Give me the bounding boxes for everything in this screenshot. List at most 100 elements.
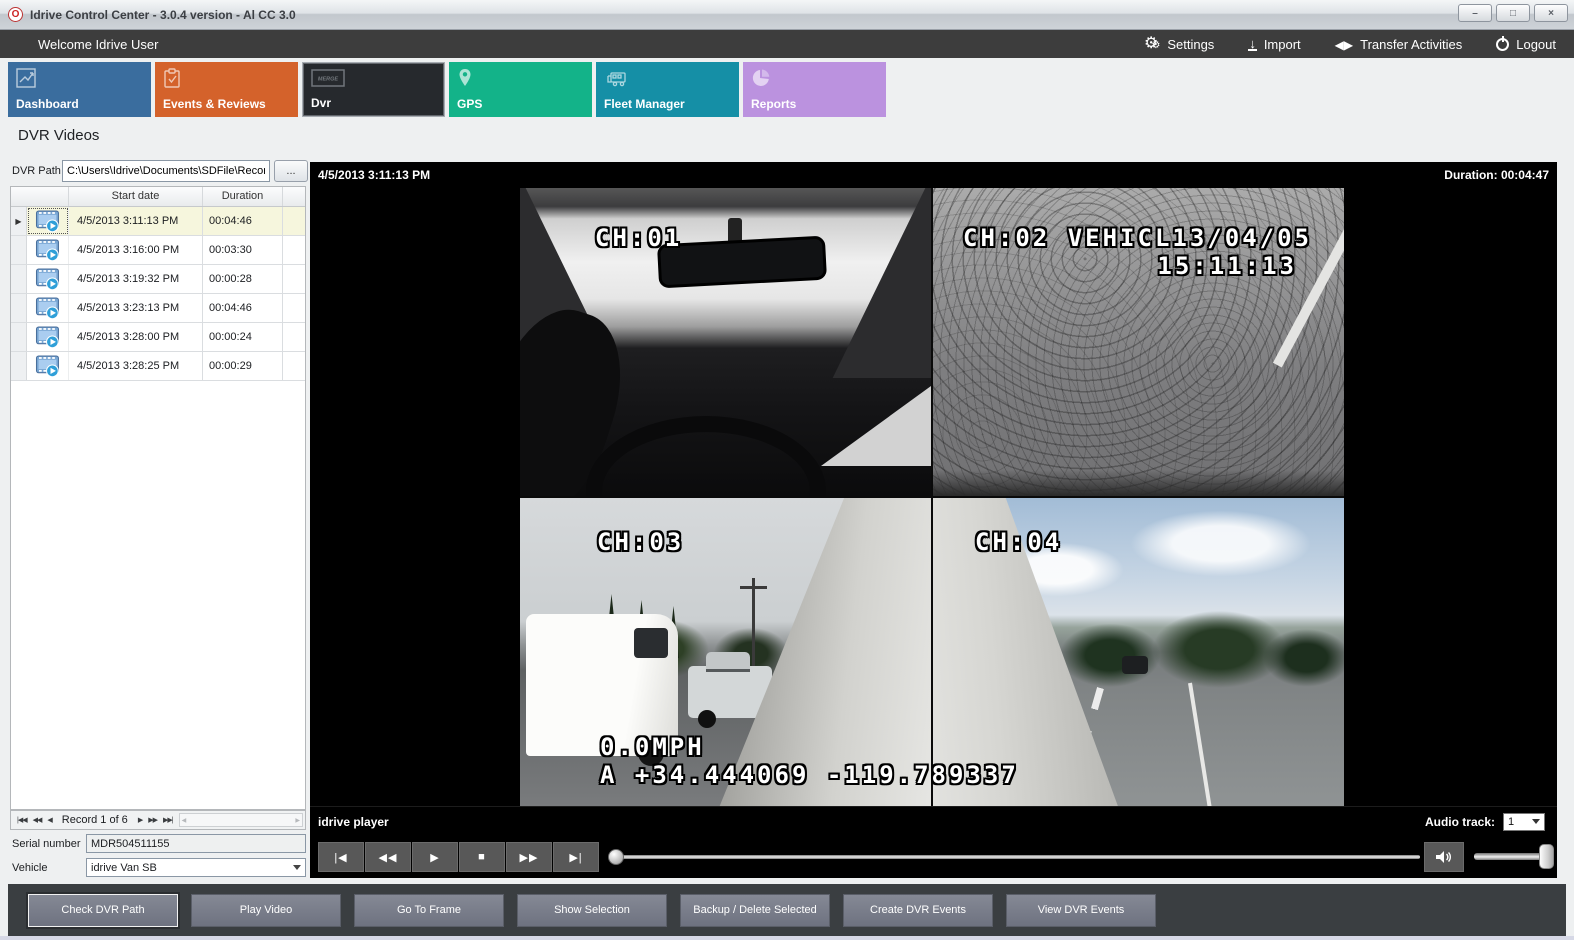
stop-button[interactable]: ■ bbox=[459, 842, 505, 872]
transfer-activities-button[interactable]: ◀▶ Transfer Activities bbox=[1335, 37, 1463, 52]
app-window: O Idrive Control Center - 3.0.4 version … bbox=[0, 0, 1574, 940]
next-record-button[interactable]: ▶ bbox=[138, 816, 142, 824]
backup-delete-button[interactable]: Backup / Delete Selected bbox=[680, 894, 830, 927]
map-pin-icon bbox=[457, 68, 473, 88]
volume-slider[interactable] bbox=[1474, 853, 1552, 860]
maximize-button[interactable]: □ bbox=[1496, 4, 1530, 22]
scroll-left-icon[interactable]: ◀ bbox=[182, 817, 187, 824]
go-to-end-button[interactable]: ▶| bbox=[553, 842, 599, 872]
close-button[interactable]: × bbox=[1534, 4, 1568, 22]
channel-2-overlay: CH:02 VEHICL13/04/05 bbox=[963, 224, 1312, 252]
video-display[interactable]: CH:01 CH:02 VEHICL13/04/05 15:11:13 CH:0… bbox=[310, 188, 1557, 806]
go-to-frame-button[interactable]: Go To Frame bbox=[354, 894, 504, 927]
audio-track-label: Audio track: bbox=[1425, 815, 1495, 829]
audio-track-dropdown[interactable]: 1 bbox=[1503, 813, 1545, 831]
table-row[interactable]: 4/5/2013 3:19:32 PM 00:00:28 bbox=[11, 265, 305, 294]
window-bottom-edge bbox=[0, 936, 1574, 940]
volume-slider-thumb[interactable] bbox=[1539, 844, 1554, 869]
speed-overlay: 0.0MPH bbox=[600, 733, 705, 761]
player-title: idrive player bbox=[318, 815, 389, 829]
video-file-icon bbox=[27, 323, 69, 351]
column-duration[interactable]: Duration bbox=[203, 187, 283, 206]
import-button[interactable]: ↓ Import bbox=[1248, 37, 1300, 52]
start-date-cell: 4/5/2013 3:19:32 PM bbox=[69, 265, 203, 293]
prev-page-button[interactable]: ◀◀ bbox=[33, 816, 42, 824]
seek-slider[interactable] bbox=[610, 855, 1420, 859]
prev-record-button[interactable]: ◀ bbox=[47, 816, 51, 824]
video-file-icon bbox=[27, 236, 69, 264]
bottom-action-bar: Check DVR Path Play Video Go To Frame Sh… bbox=[8, 884, 1566, 936]
start-date-cell: 4/5/2013 3:23:13 PM bbox=[69, 294, 203, 322]
table-row[interactable]: 4/5/2013 3:28:00 PM 00:00:24 bbox=[11, 323, 305, 352]
svg-text:MERGE: MERGE bbox=[318, 77, 339, 83]
tab-dashboard[interactable]: Dashboard bbox=[8, 62, 151, 117]
playback-controls: |◀ ◀◀ ▶ ■ ▶▶ ▶| bbox=[310, 836, 1557, 878]
serial-number-input[interactable] bbox=[86, 834, 306, 853]
duration-cell: 00:00:29 bbox=[203, 352, 283, 380]
tab-fleet-manager[interactable]: Fleet Manager bbox=[596, 62, 739, 117]
table-row[interactable]: ▶ 4/5/2013 3:11:13 PM 00:04:46 bbox=[11, 207, 305, 236]
play-button[interactable]: ▶ bbox=[412, 842, 458, 872]
pie-chart-icon bbox=[751, 68, 771, 88]
view-dvr-events-button[interactable]: View DVR Events bbox=[1006, 894, 1156, 927]
scroll-right-icon[interactable]: ▶ bbox=[295, 817, 300, 824]
check-dvr-path-button[interactable]: Check DVR Path bbox=[28, 894, 178, 927]
record-scrollbar[interactable]: ◀ ▶ bbox=[179, 813, 303, 827]
table-row[interactable]: 4/5/2013 3:16:00 PM 00:03:30 bbox=[11, 236, 305, 265]
vehicle-label: Vehicle bbox=[12, 862, 47, 874]
titlebar: O Idrive Control Center - 3.0.4 version … bbox=[0, 0, 1574, 30]
first-record-button[interactable]: |◀◀ bbox=[17, 816, 27, 824]
chevron-down-icon bbox=[1532, 819, 1540, 824]
start-date-cell: 4/5/2013 3:28:00 PM bbox=[69, 323, 203, 351]
duration-cell: 00:04:46 bbox=[203, 294, 283, 322]
tab-gps[interactable]: GPS bbox=[449, 62, 592, 117]
chevron-down-icon bbox=[293, 865, 301, 870]
table-row[interactable]: 4/5/2013 3:23:13 PM 00:04:46 bbox=[11, 294, 305, 323]
table-row[interactable]: 4/5/2013 3:28:25 PM 00:00:29 bbox=[11, 352, 305, 381]
show-selection-button[interactable]: Show Selection bbox=[517, 894, 667, 927]
start-date-cell: 4/5/2013 3:16:00 PM bbox=[69, 236, 203, 264]
row-indicator: ▶ bbox=[11, 207, 27, 235]
settings-button[interactable]: ⚙⚙ Settings bbox=[1144, 36, 1214, 52]
fast-forward-button[interactable]: ▶▶ bbox=[506, 842, 552, 872]
chart-icon bbox=[16, 68, 36, 88]
browse-button[interactable]: ... bbox=[274, 160, 308, 182]
video-file-icon bbox=[27, 207, 69, 235]
welcome-text: Welcome Idrive User bbox=[38, 37, 158, 52]
duration-cell: 00:04:46 bbox=[203, 207, 283, 235]
channel-1-overlay: CH:01 bbox=[595, 224, 682, 252]
playback-timestamp: 4/5/2013 3:11:13 PM bbox=[318, 168, 430, 182]
create-dvr-events-button[interactable]: Create DVR Events bbox=[843, 894, 993, 927]
logout-button[interactable]: Logout bbox=[1496, 37, 1556, 52]
transfer-arrows-icon: ◀▶ bbox=[1335, 37, 1353, 52]
dvr-list-panel: DVR Path ... Start date Duration ▶ 4/5/2… bbox=[8, 160, 308, 880]
download-icon: ↓ bbox=[1248, 38, 1257, 51]
play-video-button[interactable]: Play Video bbox=[191, 894, 341, 927]
start-date-cell: 4/5/2013 3:28:25 PM bbox=[69, 352, 203, 380]
go-to-start-button[interactable]: |◀ bbox=[318, 842, 364, 872]
vehicle-dropdown[interactable]: idrive Van SB bbox=[86, 858, 306, 877]
record-counter: Record 1 of 6 bbox=[62, 814, 128, 826]
speaker-icon bbox=[1435, 850, 1453, 864]
tab-dvr[interactable]: MERGE Dvr bbox=[302, 62, 445, 117]
seek-slider-thumb[interactable] bbox=[608, 849, 624, 865]
table-header: Start date Duration bbox=[11, 187, 305, 207]
minimize-button[interactable]: – bbox=[1458, 4, 1492, 22]
last-record-button[interactable]: ▶▶| bbox=[163, 816, 173, 824]
gears-icon: ⚙⚙ bbox=[1144, 36, 1160, 52]
duration-cell: 00:03:30 bbox=[203, 236, 283, 264]
tab-events-reviews[interactable]: Events & Reviews bbox=[155, 62, 298, 117]
video-file-icon bbox=[27, 294, 69, 322]
rewind-button[interactable]: ◀◀ bbox=[365, 842, 411, 872]
channel-3-overlay: CH:03 bbox=[597, 528, 684, 556]
tab-reports[interactable]: Reports bbox=[743, 62, 886, 117]
serial-number-label: Serial number bbox=[12, 838, 80, 850]
dvr-path-input[interactable] bbox=[62, 160, 270, 182]
player-header: 4/5/2013 3:11:13 PM Duration: 00:04:47 bbox=[310, 162, 1557, 188]
channel-2-time-overlay: 15:11:13 bbox=[1157, 252, 1297, 280]
playback-duration: Duration: 00:04:47 bbox=[1444, 168, 1549, 182]
mute-button[interactable] bbox=[1424, 842, 1464, 872]
column-start-date[interactable]: Start date bbox=[69, 187, 203, 206]
next-page-button[interactable]: ▶▶ bbox=[148, 816, 157, 824]
video-player-panel: 4/5/2013 3:11:13 PM Duration: 00:04:47 bbox=[310, 162, 1557, 878]
